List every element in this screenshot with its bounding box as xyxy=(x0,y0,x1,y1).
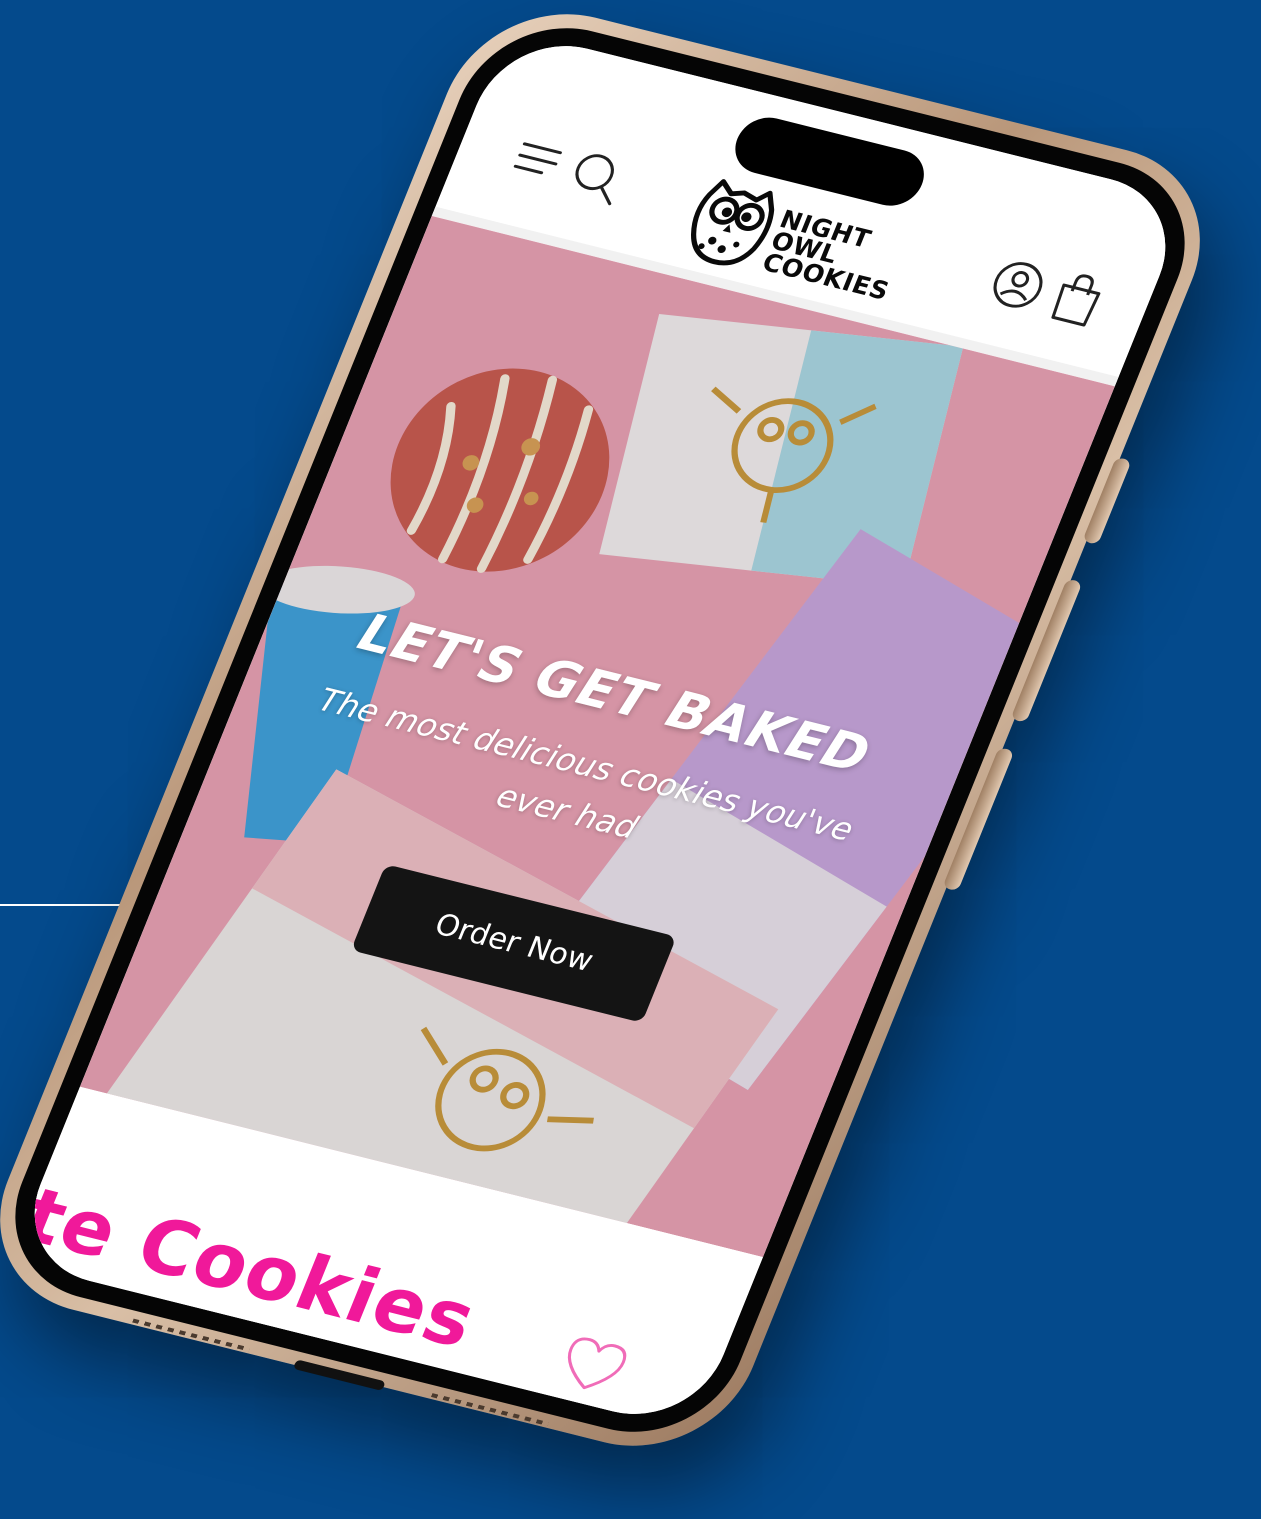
heart-icon[interactable] xyxy=(553,1332,634,1399)
account-icon[interactable] xyxy=(984,255,1051,314)
hero-overlay xyxy=(79,216,1115,1258)
logo-text: NIGHT OWL COOKIES xyxy=(758,205,909,306)
menu-icon[interactable] xyxy=(513,142,563,178)
home-indicator xyxy=(202,1402,429,1432)
phone-mockup: NIGHT OWL COOKIES LET'S GET BAKED The mo… xyxy=(0,0,1234,1469)
cart-icon[interactable] xyxy=(1046,269,1108,328)
search-icon[interactable] xyxy=(560,144,633,208)
hero-banner: LET'S GET BAKED The most delicious cooki… xyxy=(79,216,1115,1258)
phone-screen: NIGHT OWL COOKIES LET'S GET BAKED The mo… xyxy=(9,28,1191,1432)
